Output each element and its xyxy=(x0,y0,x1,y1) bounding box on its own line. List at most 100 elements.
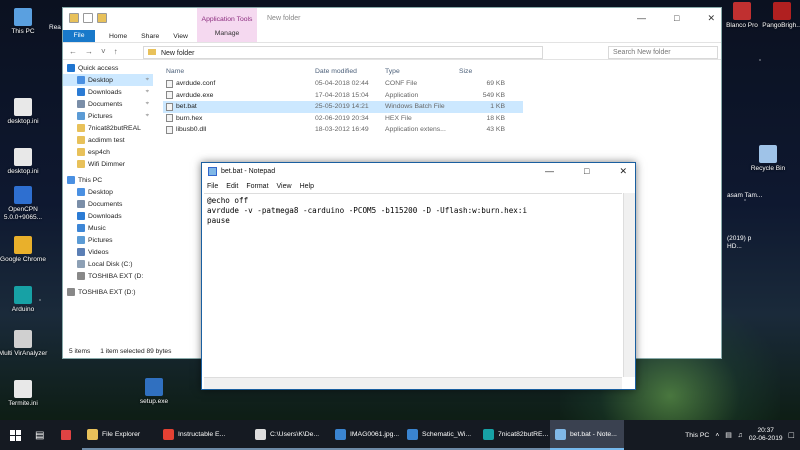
pin-icon[interactable]: ⌖ xyxy=(146,101,149,108)
tab-share[interactable]: Share xyxy=(141,33,159,40)
nav-item[interactable]: Downloads ⌖ xyxy=(63,86,153,98)
desktop-icon[interactable]: setup.exe xyxy=(127,378,181,406)
desktop-icon[interactable]: Google Chrome xyxy=(0,236,50,264)
nav-item[interactable]: Wifi Dimmer xyxy=(63,158,153,170)
file-date: 18-03-2012 16:49 xyxy=(315,126,369,134)
nav-item[interactable]: Quick access xyxy=(63,62,153,74)
column-name[interactable]: Name xyxy=(163,68,315,75)
desktop-icon[interactable]: Multi VirAnalyzer xyxy=(0,330,50,358)
file-row[interactable]: avrdude.conf 05-04-2018 02:44 CONF File 69 … xyxy=(163,78,523,90)
column-date[interactable]: Date modified xyxy=(315,68,385,75)
menu-item[interactable]: View xyxy=(277,183,292,190)
recent-chevron-icon[interactable]: ˅ xyxy=(101,47,106,56)
column-size[interactable]: Size xyxy=(455,68,505,75)
tab-view[interactable]: View xyxy=(173,33,188,40)
network-icon[interactable]: ▤ xyxy=(725,431,731,439)
desktop-icon[interactable]: This PC xyxy=(0,8,50,36)
clock[interactable]: 20:37 02-06-2019 xyxy=(749,427,783,443)
nav-item[interactable]: Music xyxy=(63,222,153,234)
notepad-window[interactable]: bet.bat - Notepad — □ ✕ File Edit Format Vi… xyxy=(201,162,636,390)
minimize-icon[interactable]: — xyxy=(545,166,554,177)
explorer-titlebar[interactable]: Application Tools Manage New folder — □ … xyxy=(63,8,721,42)
nav-item[interactable]: Desktop ⌖ xyxy=(63,74,153,86)
store-button[interactable] xyxy=(56,420,82,450)
close-icon[interactable]: ✕ xyxy=(619,166,627,177)
address-path[interactable]: New folder xyxy=(143,46,543,59)
desktop-icon[interactable]: PangoBrigh... xyxy=(762,2,800,30)
file-date: 02-06-2019 20:34 xyxy=(315,114,369,122)
taskbar-app-button[interactable]: 7nicat82butRE... xyxy=(478,420,550,450)
notification-icon[interactable]: □ xyxy=(789,430,794,440)
taskbar-app-icon xyxy=(483,428,494,440)
chevron-up-icon[interactable]: ˄ xyxy=(715,432,719,439)
file-name-cell: libusb0.dll xyxy=(163,125,315,134)
close-icon[interactable]: ✕ xyxy=(707,13,715,24)
desktop-icon[interactable]: Arduino xyxy=(0,286,50,314)
manage-tab[interactable]: Manage xyxy=(197,30,257,37)
properties-icon[interactable] xyxy=(83,13,93,23)
new-folder-icon[interactable] xyxy=(97,13,107,23)
nav-item[interactable]: Pictures xyxy=(63,234,153,246)
up-arrow-icon[interactable]: ↑ xyxy=(114,47,118,56)
nav-item[interactable]: 7nicat82butREAL xyxy=(63,122,153,134)
nav-item[interactable]: Desktop xyxy=(63,186,153,198)
nav-item[interactable]: TOSHIBA EXT (D: xyxy=(63,270,153,282)
nav-item-icon xyxy=(77,88,85,96)
search-input[interactable]: Search New folder xyxy=(608,46,718,59)
desktop-icon[interactable]: Recycle Bin xyxy=(748,145,788,173)
desktop-icon[interactable]: OpenCPN 5.0.0+9065... xyxy=(0,186,50,222)
pin-icon[interactable]: ⌖ xyxy=(146,113,149,120)
start-button[interactable] xyxy=(0,420,30,450)
nav-item[interactable]: TOSHIBA EXT (D:) xyxy=(63,286,153,298)
back-arrow-icon[interactable]: ← xyxy=(69,47,77,56)
horizontal-scrollbar[interactable] xyxy=(204,377,622,389)
tab-home[interactable]: Home xyxy=(109,33,127,40)
maximize-icon[interactable]: □ xyxy=(674,13,679,24)
menu-item[interactable]: Edit xyxy=(226,183,238,190)
folder-icon[interactable] xyxy=(69,13,79,23)
forward-arrow-icon[interactable]: → xyxy=(85,47,93,56)
menu-item[interactable]: Format xyxy=(246,183,268,190)
file-tab[interactable]: File xyxy=(63,30,95,42)
maximize-icon[interactable]: □ xyxy=(584,166,589,177)
pin-icon[interactable]: ⌖ xyxy=(146,77,149,84)
notepad-titlebar[interactable]: bet.bat - Notepad — □ ✕ xyxy=(202,163,635,180)
desktop-icon-label: Google Chrome xyxy=(0,256,46,263)
file-name: bet.bat xyxy=(176,103,197,111)
nav-item[interactable]: This PC xyxy=(63,174,153,186)
taskbar-app-button[interactable]: Instructable E... xyxy=(158,420,250,450)
file-row[interactable]: libusb0.dll 18-03-2012 16:49 Application e… xyxy=(163,124,523,136)
menu-item[interactable]: Help xyxy=(300,183,314,190)
menu-item[interactable]: File xyxy=(207,183,218,190)
application-tools-tab[interactable]: Application Tools Manage xyxy=(197,8,257,42)
nav-item[interactable]: acdimm test xyxy=(63,134,153,146)
tray-label[interactable]: This PC xyxy=(685,432,709,439)
nav-item[interactable]: Downloads xyxy=(63,210,153,222)
volume-icon[interactable]: ♫ xyxy=(738,432,743,439)
nav-item[interactable]: Local Disk (C:) xyxy=(63,258,153,270)
desktop-icon[interactable]: Termite.ini xyxy=(0,380,50,408)
vertical-scrollbar[interactable] xyxy=(623,193,635,377)
taskbar-app-button[interactable]: IMAG0061.jpg... xyxy=(330,420,402,450)
column-type[interactable]: Type xyxy=(385,68,455,75)
notepad-editor[interactable]: @echo off avrdude -v -patmega8 -carduino… xyxy=(204,193,622,377)
file-row[interactable]: avrdude.exe 17-04-2018 15:04 Application 54… xyxy=(163,90,523,102)
nav-item[interactable]: Documents xyxy=(63,198,153,210)
task-view-button[interactable]: ▤ xyxy=(30,420,56,450)
pin-icon[interactable]: ⌖ xyxy=(146,89,149,96)
taskbar-app-button[interactable]: Schematic_Wi... xyxy=(402,420,478,450)
taskbar-app-button[interactable]: File Explorer xyxy=(82,420,158,450)
minimize-icon[interactable]: — xyxy=(637,13,646,24)
nav-item[interactable]: Videos xyxy=(63,246,153,258)
desktop-icon[interactable]: Blanco Pro xyxy=(722,2,762,30)
taskbar-app-button[interactable]: C:\Users\K\De... xyxy=(250,420,330,450)
nav-item-label: Documents xyxy=(88,200,123,208)
taskbar-app-button[interactable]: bet.bat - Note... xyxy=(550,420,624,450)
nav-item[interactable]: esp4ch xyxy=(63,146,153,158)
desktop-icon[interactable]: desktop.ini xyxy=(0,148,50,176)
file-row[interactable]: bet.bat 25-05-2019 14:21 Windows Batch Fil… xyxy=(163,101,523,113)
nav-item[interactable]: Documents ⌖ xyxy=(63,98,153,110)
file-row[interactable]: burn.hex 02-06-2019 20:34 HEX File 18 KB xyxy=(163,113,523,125)
desktop-icon[interactable]: desktop.ini xyxy=(0,98,50,126)
nav-item[interactable]: Pictures ⌖ xyxy=(63,110,153,122)
